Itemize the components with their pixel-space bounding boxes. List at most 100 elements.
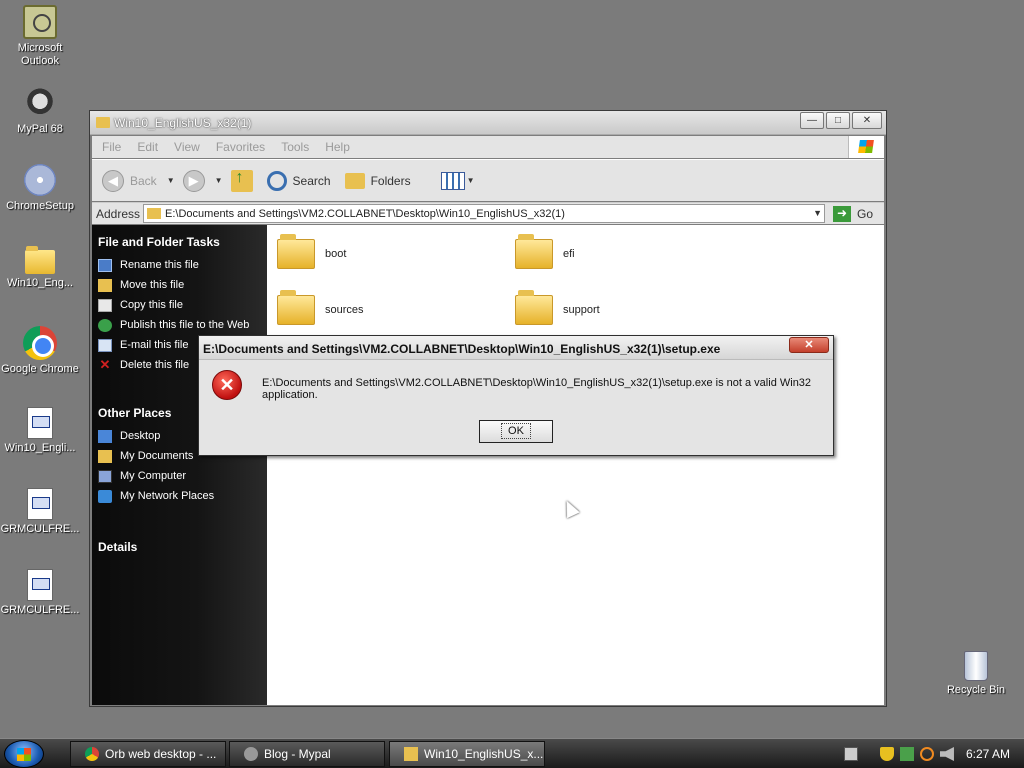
address-label: Address — [96, 206, 141, 221]
folder-item-boot[interactable]: boot — [277, 234, 347, 269]
folder-icon — [25, 246, 55, 274]
task-copy[interactable]: Copy this file — [98, 299, 267, 312]
ok-button[interactable]: OK — [479, 420, 553, 443]
menu-help[interactable]: Help — [325, 140, 350, 154]
mypal-icon — [244, 747, 258, 761]
desktop-icon-mypal[interactable]: MyPal 68 — [0, 86, 80, 136]
network-icon[interactable] — [899, 747, 914, 761]
recycle-bin-icon — [964, 651, 988, 681]
delete-icon: ✕ — [99, 357, 111, 372]
task-move[interactable]: Move this file — [98, 279, 267, 292]
menu-tools[interactable]: Tools — [281, 140, 309, 154]
go-button[interactable]: ➜ Go — [833, 205, 874, 222]
desktop-icon — [98, 430, 112, 443]
chrome-icon — [85, 747, 99, 761]
file-tasks-title[interactable]: File and Folder Tasks — [98, 235, 267, 249]
explorer-titlebar[interactable]: Win10_EnglishUS_x32(1) — □ ✕ — [90, 111, 886, 135]
desktop-icon-label: Google Chrome — [1, 363, 79, 375]
address-input[interactable]: E:\Documents and Settings\VM2.COLLABNET\… — [143, 204, 826, 223]
menu-favorites[interactable]: Favorites — [216, 140, 265, 154]
search-button[interactable]: Search — [266, 170, 331, 191]
taskbar-button-mypal[interactable]: Blog - Mypal — [229, 741, 385, 767]
windows-logo-icon — [848, 136, 884, 158]
forward-dropdown-icon[interactable]: ▼ — [215, 176, 223, 185]
folder-item-efi[interactable]: efi — [515, 234, 575, 269]
folder-item-support[interactable]: support — [515, 290, 600, 325]
copy-icon — [98, 299, 112, 312]
start-button[interactable] — [4, 740, 44, 768]
ok-label: OK — [501, 423, 531, 439]
search-icon[interactable] — [919, 747, 934, 761]
menu-view[interactable]: View — [174, 140, 200, 154]
desktop-icon-grmculfre-2[interactable]: GRMCULFRE... — [0, 569, 80, 617]
address-dropdown-icon[interactable]: ▼ — [813, 205, 822, 222]
clock[interactable]: 6:27 AM — [966, 747, 1010, 761]
menu-edit[interactable]: Edit — [137, 140, 158, 154]
error-dialog: E:\Documents and Settings\VM2.COLLABNET\… — [198, 335, 834, 456]
desktop-icon-chrome[interactable]: Google Chrome — [0, 326, 80, 376]
globe-icon — [98, 319, 112, 332]
folders-label: Folders — [370, 173, 411, 188]
views-dropdown-icon[interactable]: ▼ — [467, 176, 475, 185]
back-button[interactable]: ◀ Back — [102, 169, 157, 192]
desktop-icon-chromesetup[interactable]: ChromeSetup — [0, 163, 80, 213]
desktop-icon-grmculfre-1[interactable]: GRMCULFRE... — [0, 488, 80, 536]
mypal-icon — [23, 86, 57, 120]
minimize-button[interactable]: — — [800, 112, 824, 129]
folder-label: support — [563, 304, 600, 316]
desktop-icon-label: Win10_Eng... — [6, 277, 74, 289]
volume-icon[interactable] — [939, 747, 954, 761]
place-label: My Documents — [120, 450, 194, 462]
task-label: Delete this file — [120, 359, 190, 371]
folder-icon — [515, 234, 553, 269]
file-list: boot efi sources support — [267, 225, 884, 705]
desktop-icon-win10-file[interactable]: Win10_Engli... — [0, 407, 80, 455]
system-tray: 6:27 AM — [834, 739, 1024, 768]
taskbar: Orb web desktop - ... Blog - Mypal Win10… — [0, 738, 1024, 768]
task-publish[interactable]: Publish this file to the Web — [98, 319, 267, 332]
desktop-icon-label: MyPal 68 — [17, 123, 63, 135]
desktop-icon-label: ChromeSetup — [6, 200, 74, 212]
folder-label: boot — [325, 248, 347, 260]
desktop-icon-recycle-bin[interactable]: Recycle Bin — [936, 651, 1016, 697]
task-rename[interactable]: Rename this file — [98, 259, 267, 272]
folders-button[interactable]: Folders — [344, 172, 411, 189]
back-dropdown-icon[interactable]: ▼ — [167, 176, 175, 185]
folder-icon — [147, 208, 162, 219]
go-label: Go — [857, 206, 874, 221]
email-icon — [98, 339, 112, 352]
maximize-button[interactable]: □ — [826, 112, 850, 129]
window-title: Win10_EnglishUS_x32(1) — [114, 115, 252, 130]
dialog-title[interactable]: E:\Documents and Settings\VM2.COLLABNET\… — [199, 336, 833, 360]
up-folder-icon[interactable] — [230, 169, 253, 192]
folder-icon — [96, 117, 110, 128]
toolbar: ◀ Back ▼ ▶ ▼ Search Folders ▼ — [92, 159, 884, 201]
place-my-network[interactable]: My Network Places — [98, 490, 267, 503]
taskbar-button-label: Win10_EnglishUS_x... — [424, 747, 544, 761]
dialog-close-button[interactable]: ✕ — [789, 337, 829, 353]
task-label: Copy this file — [120, 299, 183, 311]
taskbar-button-chrome[interactable]: Orb web desktop - ... — [70, 741, 226, 767]
search-icon — [266, 170, 287, 191]
task-label: Rename this file — [120, 259, 199, 271]
desktop-icon-win10-folder[interactable]: Win10_Eng... — [0, 244, 80, 290]
folder-item-sources[interactable]: sources — [277, 290, 364, 325]
place-label: Desktop — [120, 430, 161, 442]
desktop-icon-label: Recycle Bin — [946, 684, 1006, 696]
details-title[interactable]: Details — [98, 540, 267, 554]
views-icon[interactable] — [440, 171, 465, 190]
forward-button[interactable]: ▶ — [182, 169, 205, 192]
file-icon — [27, 488, 53, 520]
menu-file[interactable]: File — [102, 140, 121, 154]
taskbar-button-explorer[interactable]: Win10_EnglishUS_x... — [389, 741, 545, 767]
security-shield-icon[interactable] — [879, 747, 894, 761]
desktop-icon-label: GRMCULFRE... — [0, 604, 80, 616]
place-my-computer[interactable]: My Computer — [98, 470, 267, 483]
keyboard-icon[interactable] — [843, 747, 858, 761]
desktop-icon-outlook[interactable]: Microsoft Outlook — [0, 5, 80, 68]
search-label: Search — [292, 173, 331, 188]
close-button[interactable]: ✕ — [852, 112, 882, 129]
task-label: E-mail this file — [120, 339, 189, 351]
folder-icon — [404, 747, 418, 761]
go-arrow-icon: ➜ — [833, 205, 852, 222]
